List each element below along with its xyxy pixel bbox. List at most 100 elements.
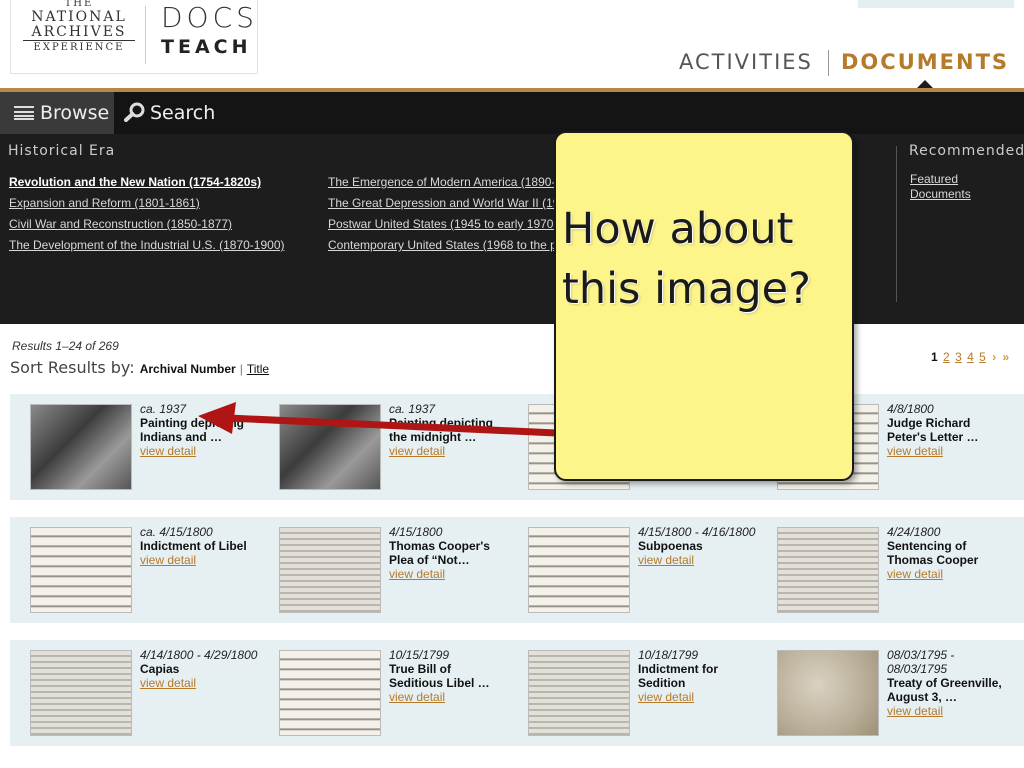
- page-link[interactable]: 3: [955, 350, 962, 364]
- recommended-divider: [896, 146, 897, 302]
- view-detail-link[interactable]: view detail: [389, 690, 507, 704]
- top-utility-bar: [858, 0, 1014, 8]
- document-thumbnail[interactable]: [777, 650, 879, 736]
- result-meta: 10/15/1799 True Bill of Seditious Libel ……: [389, 648, 507, 704]
- result-card[interactable]: 4/24/1800 Sentencing of Thomas Cooper view…: [757, 517, 1006, 623]
- result-title: Indictment of Libel: [140, 539, 247, 553]
- view-detail-link[interactable]: view detail: [140, 553, 258, 567]
- era-link-expansion[interactable]: Expansion and Reform (1801-1861): [9, 193, 284, 214]
- era-link-revolution[interactable]: Revolution and the New Nation (1754-1820…: [9, 172, 284, 193]
- view-detail-link[interactable]: view detail: [638, 553, 756, 567]
- result-title: Indictment for Sedition: [638, 662, 718, 690]
- page-link[interactable]: 4: [967, 350, 974, 364]
- result-card[interactable]: 4/15/1800 Thomas Cooper's Plea of “Not… vi…: [259, 517, 508, 623]
- sort-label: Sort Results by:: [10, 358, 135, 377]
- result-date: 10/15/1799: [389, 648, 450, 662]
- document-thumbnail[interactable]: [279, 527, 381, 613]
- view-detail-link[interactable]: view detail: [389, 567, 507, 581]
- nav-documents[interactable]: DOCUMENTS: [841, 50, 1009, 74]
- era-link-postwar[interactable]: Postwar United States (1945 to early 197…: [328, 214, 558, 235]
- document-thumbnail[interactable]: [30, 650, 132, 736]
- result-card[interactable]: 4/15/1800 - 4/16/1800 Subpoenas view detai…: [508, 517, 757, 623]
- arrow-shaft: [224, 414, 560, 437]
- result-meta: ca. 4/15/1800 Indictment of Libel view det…: [140, 525, 258, 567]
- results-row: 4/14/1800 - 4/29/1800 Capias view detail 10…: [10, 640, 1024, 746]
- nav-separator: [828, 50, 829, 76]
- document-thumbnail[interactable]: [528, 527, 630, 613]
- view-detail-link[interactable]: view detail: [887, 567, 1005, 581]
- sort-separator: |: [239, 362, 243, 376]
- page-current: 1: [931, 350, 938, 364]
- next-page-icon[interactable]: ›: [992, 350, 996, 364]
- recommended-heading: Recommended: [909, 143, 1024, 159]
- view-detail-link[interactable]: view detail: [140, 676, 258, 690]
- site-logo[interactable]: THE NATIONAL ARCHIVES EXPERIENCE DOCS TE…: [10, 0, 258, 74]
- menu-icon: [14, 106, 34, 120]
- results-count: Results 1–24 of 269: [12, 339, 119, 353]
- result-meta: 4/15/1800 Thomas Cooper's Plea of “Not… vi…: [389, 525, 507, 581]
- logo-docs: DOCS: [161, 1, 258, 34]
- era-link-civil-war[interactable]: Civil War and Reconstruction (1850-1877): [9, 214, 284, 235]
- pagination: 1 2 3 4 5 › »: [931, 350, 1009, 364]
- arrow-head: [198, 402, 236, 434]
- page-link[interactable]: 2: [943, 350, 950, 364]
- result-meta: 10/18/1799 Indictment for Sedition view de…: [638, 648, 756, 704]
- document-thumbnail[interactable]: [528, 650, 630, 736]
- result-meta: 4/15/1800 - 4/16/1800 Subpoenas view detai…: [638, 525, 756, 567]
- document-thumbnail[interactable]: [30, 527, 132, 613]
- tab-browse[interactable]: Browse: [0, 92, 114, 134]
- result-title: True Bill of Seditious Libel …: [389, 662, 490, 690]
- last-page-icon[interactable]: »: [1003, 350, 1010, 364]
- result-date: 4/24/1800: [887, 525, 941, 539]
- document-thumbnail[interactable]: [30, 404, 132, 490]
- result-date: 4/14/1800 - 4/29/1800: [140, 648, 258, 662]
- annotation-text: How about this image?: [562, 204, 811, 314]
- result-title: Subpoenas: [638, 539, 703, 553]
- result-card[interactable]: 10/15/1799 True Bill of Seditious Libel ……: [259, 640, 508, 746]
- result-date: 10/18/1799: [638, 648, 699, 662]
- results-row: ca. 4/15/1800 Indictment of Libel view det…: [10, 517, 1024, 623]
- era-link-industrial[interactable]: The Development of the Industrial U.S. (…: [9, 235, 284, 256]
- result-title: Thomas Cooper's Plea of “Not…: [389, 539, 490, 567]
- result-card[interactable]: 08/03/1795 - 08/03/1795 Treaty of Greenvi…: [757, 640, 1006, 746]
- result-meta: 4/14/1800 - 4/29/1800 Capias view detail: [140, 648, 258, 690]
- document-thumbnail[interactable]: [777, 527, 879, 613]
- historical-era-heading: Historical Era: [8, 143, 116, 159]
- annotation-arrow: [198, 402, 560, 437]
- browse-panel: Browse Search Historical Era Revolution …: [0, 88, 1024, 324]
- logo-divider: [145, 6, 146, 64]
- sort-controls: Sort Results by: Archival Number | Title: [10, 358, 269, 377]
- result-meta: 08/03/1795 - 08/03/1795 Treaty of Greenvi…: [887, 648, 1005, 718]
- view-detail-link[interactable]: view detail: [638, 690, 756, 704]
- annotation-callout: How about this image?: [554, 131, 854, 481]
- result-card[interactable]: 10/18/1799 Indictment for Sedition view de…: [508, 640, 757, 746]
- era-link-great-depression[interactable]: The Great Depression and World War II (1…: [328, 193, 558, 214]
- era-list-col2: The Emergence of Modern America (1890-19…: [328, 172, 558, 256]
- result-meta: 4/24/1800 Sentencing of Thomas Cooper view…: [887, 525, 1005, 581]
- result-title: Treaty of Greenville, August 3, …: [887, 676, 1002, 704]
- national-archives-logo: THE NATIONAL ARCHIVES EXPERIENCE: [23, 0, 135, 55]
- logo-teach: TEACH: [161, 36, 252, 58]
- era-link-modern-america[interactable]: The Emergence of Modern America (1890-19…: [328, 172, 558, 193]
- view-detail-link[interactable]: view detail: [887, 444, 1005, 458]
- result-card[interactable]: ca. 4/15/1800 Indictment of Libel view det…: [10, 517, 259, 623]
- document-thumbnail[interactable]: [279, 650, 381, 736]
- browse-tabs: Browse Search: [0, 92, 1024, 134]
- nav-activities[interactable]: ACTIVITIES: [679, 50, 813, 74]
- page-link[interactable]: 5: [979, 350, 986, 364]
- result-card[interactable]: 4/14/1800 - 4/29/1800 Capias view detail: [10, 640, 259, 746]
- result-date: 4/15/1800 - 4/16/1800: [638, 525, 756, 539]
- era-link-contemporary[interactable]: Contemporary United States (1968 to the …: [328, 235, 558, 256]
- result-title: Capias: [140, 662, 180, 676]
- sort-archival-number[interactable]: Archival Number: [140, 362, 236, 376]
- result-title: Sentencing of Thomas Cooper: [887, 539, 979, 567]
- era-list-col1: Revolution and the New Nation (1754-1820…: [9, 172, 284, 256]
- featured-documents-link[interactable]: Featured Documents: [910, 172, 1010, 202]
- sort-title-link[interactable]: Title: [247, 362, 269, 376]
- result-date: 08/03/1795 - 08/03/1795: [887, 648, 955, 676]
- tab-search[interactable]: Search: [124, 92, 215, 134]
- view-detail-link[interactable]: view detail: [887, 704, 1005, 718]
- result-date: 4/8/1800: [887, 402, 934, 416]
- search-icon: [124, 102, 145, 122]
- result-date: 4/15/1800: [389, 525, 443, 539]
